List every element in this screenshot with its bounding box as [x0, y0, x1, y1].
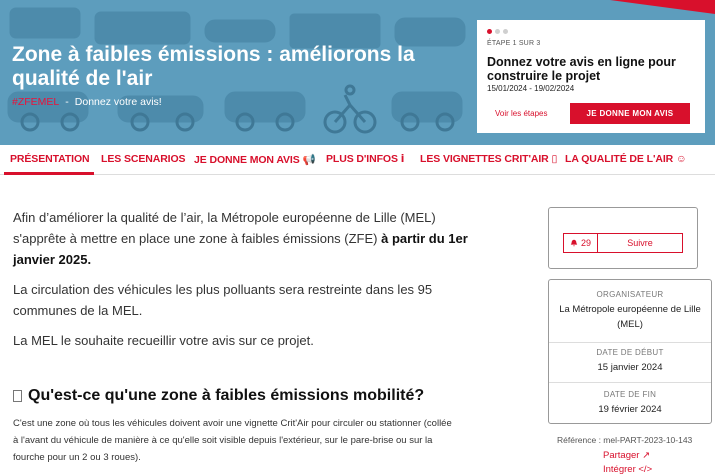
tab-critair[interactable]: LES VIGNETTES CRIT'AIR ▯	[420, 153, 557, 165]
section-heading-text: Qu'est-ce qu'une zone à faibles émission…	[28, 387, 425, 404]
view-steps-link[interactable]: Voir les étapes	[495, 109, 547, 118]
hero-meta: #ZFEMEL - Donnez votre avis!	[12, 96, 162, 108]
tab-scenarios[interactable]: LES SCENARIOS	[101, 153, 186, 165]
hashtag-link[interactable]: #ZFEMEL	[12, 96, 59, 108]
info-icon: ⅰ	[400, 153, 405, 165]
hero-subtitle: Donnez votre avis!	[74, 96, 162, 108]
follower-count-value: 29	[581, 238, 592, 248]
step-card: ÉTAPE 1 SUR 3 Donnez votre avis en ligne…	[477, 20, 705, 133]
give-opinion-button[interactable]: JE DONNE MON AVIS	[570, 103, 690, 124]
step-indicator: ÉTAPE 1 SUR 3	[487, 40, 541, 47]
step-dot-2	[495, 29, 500, 34]
share-link[interactable]: Partager ↗	[603, 450, 650, 461]
follow-button[interactable]: 29 Suivre	[563, 233, 683, 253]
megaphone-icon: 📢	[302, 154, 316, 166]
step-dot-3	[503, 29, 508, 34]
main-nav: PRÉSENTATION LES SCENARIOS JE DONNE MON …	[0, 145, 715, 175]
document-icon	[13, 390, 22, 402]
tab-give-opinion[interactable]: JE DONNE MON AVIS 📢	[194, 153, 316, 166]
step-progress	[487, 29, 508, 34]
tab-critair-label: LES VIGNETTES CRIT'AIR	[420, 153, 549, 165]
intro-paragraph: Afin d’améliorer la qualité de l’air, la…	[13, 207, 483, 270]
follower-count: 29	[564, 234, 599, 252]
decorative-corner	[610, 0, 715, 14]
feedback-paragraph: La MEL le souhaite recueillir votre avis…	[13, 333, 314, 348]
step-dates: 15/01/2024 - 19/02/2024	[487, 84, 575, 93]
embed-link[interactable]: Intégrer </>	[603, 464, 652, 475]
end-date-label: DATE DE FIN	[603, 390, 657, 399]
zfe-definition: C'est une zone où tous les véhicules doi…	[13, 418, 452, 463]
end-date-value: 19 février 2024	[598, 404, 662, 415]
follow-panel: 29 Suivre	[548, 207, 698, 269]
intro-text: Afin d’améliorer la qualité de l’air, la…	[13, 210, 436, 246]
organizer-value: La Métropole européenne de Lille (MEL)	[559, 304, 701, 330]
start-date-label: DATE DE DÉBUT	[596, 348, 664, 357]
divider	[549, 342, 711, 343]
organizer-section: ORGANISATEUR La Métropole européenne de …	[549, 290, 711, 332]
organizer-label: ORGANISATEUR	[596, 290, 664, 299]
hero-banner: Zone à faibles émissions : améliorons la…	[0, 0, 715, 145]
separator: -	[65, 96, 69, 108]
follow-label: Suivre	[627, 238, 653, 248]
tab-more-info[interactable]: PLUS D'INFOS ⅰ	[326, 153, 404, 165]
step-dot-1	[487, 29, 492, 34]
reference-text: Référence : mel-PART-2023-10-143	[557, 435, 693, 445]
document-icon: ▯	[551, 153, 558, 165]
project-info-panel: ORGANISATEUR La Métropole européenne de …	[548, 279, 712, 424]
tab-more-info-label: PLUS D'INFOS	[326, 153, 398, 165]
restriction-paragraph: La circulation des véhicules les plus po…	[13, 282, 433, 318]
tab-give-opinion-label: JE DONNE MON AVIS	[194, 154, 300, 166]
divider	[549, 382, 711, 383]
page-title: Zone à faibles émissions : améliorons la…	[12, 43, 415, 90]
tab-air-quality-label: LA QUALITÉ DE L'AIR	[565, 153, 674, 165]
bell-icon	[570, 239, 578, 247]
tab-presentation[interactable]: PRÉSENTATION	[10, 153, 90, 165]
main-content: Afin d’améliorer la qualité de l’air, la…	[0, 175, 715, 475]
start-date-section: DATE DE DÉBUT 15 janvier 2024	[549, 348, 711, 375]
smiley-icon: ☺	[675, 153, 687, 165]
start-date-value: 15 janvier 2024	[597, 362, 663, 373]
step-title: Donnez votre avis en ligne pour construi…	[487, 55, 676, 83]
section-heading: Qu'est-ce qu'une zone à faibles émission…	[13, 387, 424, 405]
tab-air-quality[interactable]: LA QUALITÉ DE L'AIR ☺	[565, 153, 687, 165]
end-date-section: DATE DE FIN 19 février 2024	[549, 390, 711, 417]
